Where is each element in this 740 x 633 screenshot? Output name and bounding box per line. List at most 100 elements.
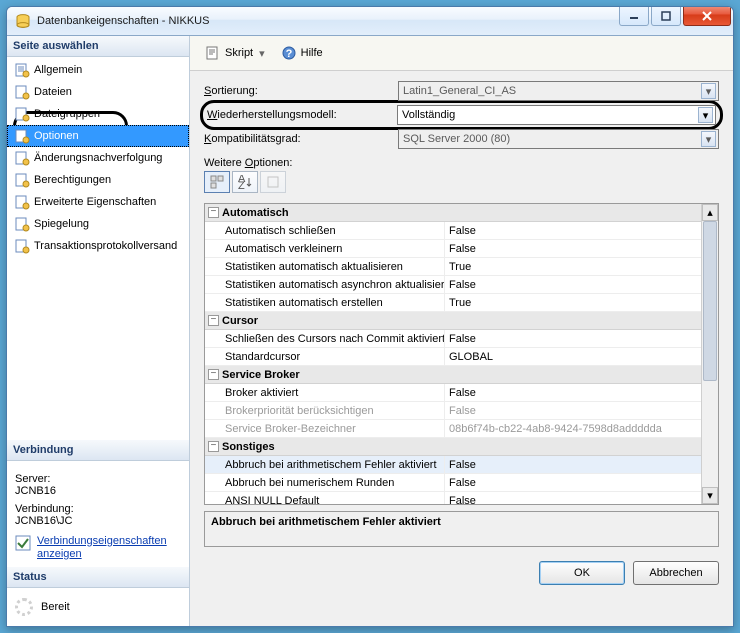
titlebar[interactable]: Datenbankeigenschaften - NIKKUS <box>7 7 733 36</box>
help-button[interactable]: ? Hilfe <box>276 42 328 64</box>
connection-icon <box>15 535 31 551</box>
grid-scrollbar[interactable]: ▴ ▾ <box>701 204 718 504</box>
page-item-optionen[interactable]: Optionen <box>7 125 189 147</box>
page-icon <box>266 175 280 189</box>
grid-row[interactable]: Statistiken automatisch asynchron aktual… <box>205 276 701 294</box>
page-item-aenderungsnachverfolgung[interactable]: Änderungsnachverfolgung <box>7 147 189 169</box>
dialog-body: Seite auswählen Allgemein Dateien Dateig… <box>7 36 733 626</box>
properties-button[interactable] <box>260 171 286 193</box>
grid-row[interactable]: StandardcursorGLOBAL <box>205 348 701 366</box>
grid-row-label: Abbruch bei numerischem Runden <box>205 474 445 491</box>
grid-row[interactable]: Service Broker-Bezeichner08b6f74b-cb22-4… <box>205 420 701 438</box>
grid-row-label: Statistiken automatisch aktualisieren <box>205 258 445 275</box>
scroll-up-icon[interactable]: ▴ <box>702 204 718 221</box>
page-icon <box>14 106 30 122</box>
grid-row-value: False <box>445 333 701 345</box>
help-icon: ? <box>281 45 297 61</box>
grid-row-value: False <box>445 243 701 255</box>
scroll-down-icon[interactable]: ▾ <box>702 487 718 504</box>
grid-row[interactable]: Brokerpriorität berücksichtigenFalse <box>205 402 701 420</box>
cancel-button[interactable]: Abbrechen <box>633 561 719 585</box>
script-icon <box>205 45 221 61</box>
status-pane: Bereit <box>7 588 189 626</box>
collapse-icon[interactable]: − <box>208 369 219 380</box>
left-panel: Seite auswählen Allgemein Dateien Dateig… <box>7 36 190 626</box>
script-button[interactable]: Skript ▾ <box>200 42 272 64</box>
grid-row-label: Automatisch verkleinern <box>205 240 445 257</box>
grid-row[interactable]: Automatisch schließenFalse <box>205 222 701 240</box>
chevron-down-icon: ▾ <box>701 131 716 147</box>
sort-select[interactable]: Latin1_General_CI_AS▾ <box>398 81 719 101</box>
grid-row[interactable]: Automatisch verkleinernFalse <box>205 240 701 258</box>
scroll-thumb[interactable] <box>703 221 717 381</box>
grid-row[interactable]: Statistiken automatisch aktualisierenTru… <box>205 258 701 276</box>
page-icon <box>14 194 30 210</box>
page-icon <box>14 62 30 78</box>
grid-row-label: Schließen des Cursors nach Commit aktivi… <box>205 330 445 347</box>
maximize-button[interactable] <box>651 6 681 26</box>
page-item-dateigruppen[interactable]: Dateigruppen <box>7 103 189 125</box>
grid-row-label: Brokerpriorität berücksichtigen <box>205 402 445 419</box>
page-icon <box>14 216 30 232</box>
server-value: JCNB16 <box>15 485 181 497</box>
grid-row-value: True <box>445 261 701 273</box>
collapse-icon[interactable]: − <box>208 315 219 326</box>
right-panel: Skript ▾ ? Hilfe Sortierung: Latin1_Gene… <box>190 36 733 626</box>
grid-category-label: Automatisch <box>222 207 289 219</box>
grid-row-value: False <box>445 279 701 291</box>
page-item-erweiterte[interactable]: Erweiterte Eigenschaften <box>7 191 189 213</box>
connection-info: Server: JCNB16 Verbindung: JCNB16\JC Ver… <box>7 461 189 567</box>
page-icon <box>14 172 30 188</box>
grid-row-value: False <box>445 495 701 505</box>
grid-row[interactable]: Statistiken automatisch erstellenTrue <box>205 294 701 312</box>
connection-properties-link[interactable]: Verbindungseigenschaften anzeigen <box>37 535 181 561</box>
grid-category-label: Sonstiges <box>222 441 275 453</box>
grid-category[interactable]: −Sonstiges <box>205 438 701 456</box>
sort-az-button[interactable]: AZ <box>232 171 258 193</box>
grid-category-label: Service Broker <box>222 369 300 381</box>
collapse-icon[interactable]: − <box>208 207 219 218</box>
conn-value: JCNB16\JC <box>15 515 181 527</box>
grid-row-label: Abbruch bei arithmetischem Fehler aktivi… <box>205 456 445 473</box>
connection-header: Verbindung <box>7 440 189 461</box>
grid-category[interactable]: −Automatisch <box>205 204 701 222</box>
page-item-allgemein[interactable]: Allgemein <box>7 59 189 81</box>
grid-row-value: False <box>445 477 701 489</box>
property-grid-rows[interactable]: −AutomatischAutomatisch schließenFalseAu… <box>205 204 701 504</box>
chevron-down-icon: ▾ <box>701 83 716 99</box>
grid-row[interactable]: Abbruch bei numerischem RundenFalse <box>205 474 701 492</box>
categorize-icon <box>210 175 224 189</box>
page-icon <box>14 238 30 254</box>
grid-row[interactable]: ANSI NULL DefaultFalse <box>205 492 701 504</box>
grid-category[interactable]: −Service Broker <box>205 366 701 384</box>
window-buttons <box>619 7 733 35</box>
page-item-berechtigungen[interactable]: Berechtigungen <box>7 169 189 191</box>
options-form: Sortierung: Latin1_General_CI_AS▾ Wieder… <box>190 71 733 203</box>
grid-row[interactable]: Abbruch bei arithmetischem Fehler aktivi… <box>205 456 701 474</box>
minimize-button[interactable] <box>619 6 649 26</box>
status-text: Bereit <box>41 601 70 613</box>
close-button[interactable] <box>683 6 731 26</box>
recovery-model-select[interactable]: Vollständig▾ <box>397 105 716 125</box>
collapse-icon[interactable]: − <box>208 441 219 452</box>
status-spinner-icon <box>15 598 33 616</box>
page-item-dateien[interactable]: Dateien <box>7 81 189 103</box>
grid-row[interactable]: Schließen des Cursors nach Commit aktivi… <box>205 330 701 348</box>
grid-row[interactable]: Broker aktiviertFalse <box>205 384 701 402</box>
property-grid: −AutomatischAutomatisch schließenFalseAu… <box>204 203 719 505</box>
ok-button[interactable]: OK <box>539 561 625 585</box>
dropdown-arrow-icon: ▾ <box>257 47 267 60</box>
categorize-button[interactable] <box>204 171 230 193</box>
status-header: Status <box>7 567 189 588</box>
grid-row-value: False <box>445 225 701 237</box>
grid-row-label: Service Broker-Bezeichner <box>205 420 445 437</box>
svg-text:?: ? <box>285 48 292 60</box>
grid-category[interactable]: −Cursor <box>205 312 701 330</box>
compat-select[interactable]: SQL Server 2000 (80)▾ <box>398 129 719 149</box>
page-item-transaktionsprotokoll[interactable]: Transaktionsprotokollversand <box>7 235 189 257</box>
grid-row-value: False <box>445 387 701 399</box>
toolbar: Skript ▾ ? Hilfe <box>190 36 733 71</box>
page-item-spiegelung[interactable]: Spiegelung <box>7 213 189 235</box>
dialog-window: Datenbankeigenschaften - NIKKUS Seite au… <box>6 6 734 627</box>
grid-category-label: Cursor <box>222 315 258 327</box>
